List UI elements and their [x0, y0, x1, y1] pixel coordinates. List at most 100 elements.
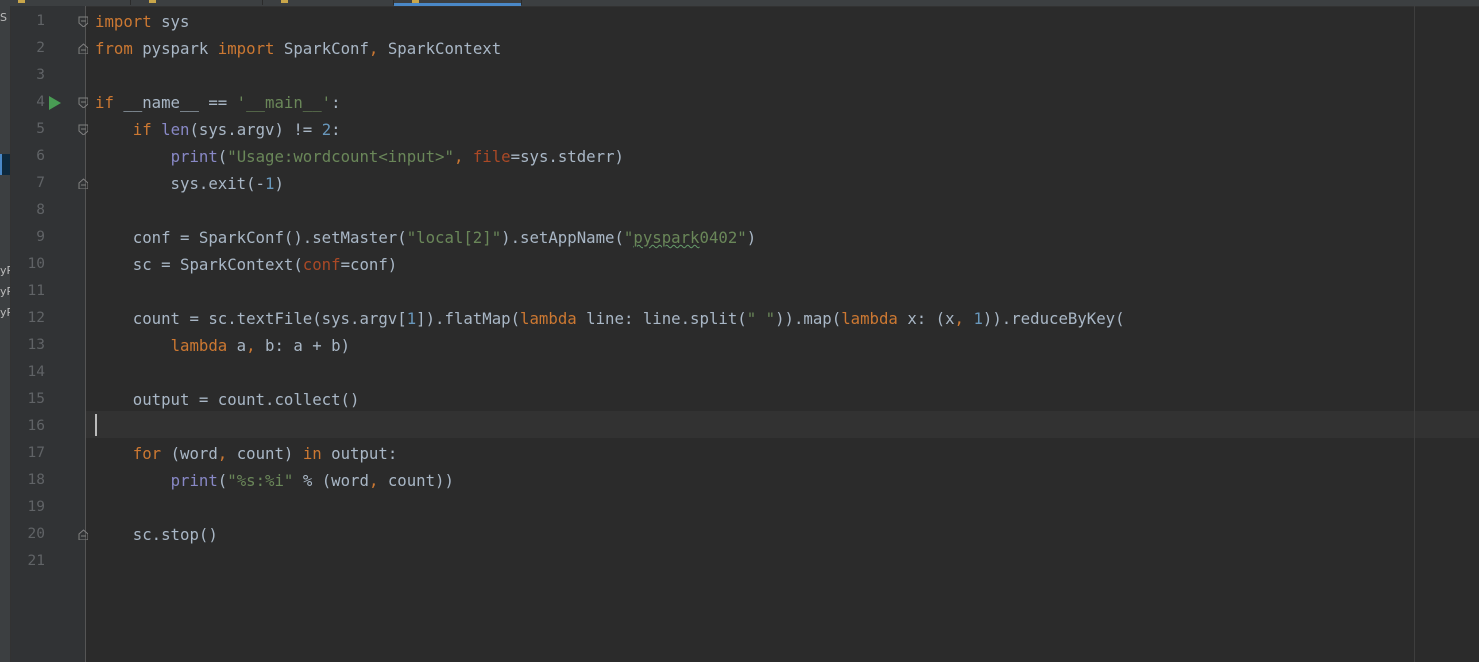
- keyword-token: in: [302, 444, 322, 463]
- active-tab-indicator: [394, 3, 521, 6]
- code-token: )).map(: [775, 309, 842, 328]
- keyword-token: if: [95, 93, 114, 112]
- parameter-token: conf: [302, 255, 341, 274]
- keyword-token: for: [132, 444, 162, 463]
- line-number: 16: [27, 418, 45, 434]
- line-number: 6: [36, 148, 45, 164]
- line-number: 11: [27, 283, 45, 299]
- string-token: "Usage:wordcount<input>": [227, 147, 454, 166]
- code-token: (: [217, 147, 228, 166]
- code-line[interactable]: output = count.collect(): [95, 386, 360, 413]
- code-line[interactable]: sc = SparkContext(conf=conf): [95, 251, 397, 278]
- code-line[interactable]: from pyspark import SparkConf, SparkCont…: [95, 35, 501, 62]
- keyword-token: ,: [453, 147, 464, 166]
- line-number: 19: [27, 499, 45, 515]
- line-number: 9: [36, 229, 45, 245]
- project-panel[interactable]: S yP yP yP: [0, 6, 11, 662]
- code-line[interactable]: conf = SparkConf().setMaster("local[2]")…: [95, 224, 756, 251]
- code-token: SparkContext: [378, 39, 502, 58]
- line-number: 14: [27, 364, 45, 380]
- string-token: ": [623, 228, 634, 247]
- code-token: % (word: [293, 471, 369, 490]
- python-file-icon: [18, 0, 25, 3]
- keyword-token: lambda: [841, 309, 898, 328]
- keyword-token: ,: [217, 444, 228, 463]
- code-line[interactable]: print("Usage:wordcount<input>", file=sys…: [95, 143, 624, 170]
- code-token: =sys.stderr): [510, 147, 624, 166]
- keyword-token: import: [217, 39, 275, 58]
- line-number: 3: [36, 67, 45, 83]
- code-token: =conf): [340, 255, 398, 274]
- editor-gutter[interactable]: 1 2 3 4 5 6 7 8 9 10 11 12 13 14 15 16 17 18 19 20 21: [11, 6, 88, 662]
- number-token: 1: [406, 309, 417, 328]
- code-token: (word: [161, 444, 218, 463]
- code-token: a: [227, 336, 247, 355]
- code-token: __name__ ==: [113, 93, 237, 112]
- code-line[interactable]: count = sc.textFile(sys.argv[1]).flatMap…: [95, 305, 1125, 332]
- code-token: )).reduceByKey(: [982, 309, 1125, 328]
- editor-tab[interactable]: [0, 0, 131, 5]
- line-number: 8: [36, 202, 45, 218]
- code-token: count): [227, 444, 303, 463]
- code-token: sys.exit(-: [95, 174, 266, 193]
- keyword-token: from: [95, 39, 133, 58]
- string-token: 0402": [699, 228, 747, 247]
- python-file-icon: [149, 0, 156, 3]
- code-token: SparkConf: [274, 39, 369, 58]
- code-line[interactable]: sc.stop(): [95, 521, 218, 548]
- code-token: count)): [378, 471, 454, 490]
- code-token: output:: [321, 444, 398, 463]
- line-number: 7: [36, 175, 45, 191]
- code-line[interactable]: for (word, count) in output:: [95, 440, 397, 467]
- run-icon[interactable]: [49, 96, 61, 110]
- text-caret: [95, 414, 97, 436]
- editor-tab[interactable]: [263, 0, 394, 5]
- line-number: 20: [27, 526, 45, 542]
- string-token: " ": [746, 309, 776, 328]
- code-token: (sys.argv) !=: [189, 120, 322, 139]
- keyword-token: ,: [368, 39, 379, 58]
- code-line[interactable]: print("%s:%i" % (word, count)): [95, 467, 454, 494]
- line-number: 17: [27, 445, 45, 461]
- keyword-token: lambda: [520, 309, 577, 328]
- line-number: 13: [27, 337, 45, 353]
- code-token: count = sc.textFile(sys.argv[: [95, 309, 407, 328]
- line-number: 2: [36, 40, 45, 56]
- project-tree-item-label[interactable]: S: [0, 12, 7, 24]
- code-line[interactable]: lambda a, b: a + b): [95, 332, 350, 359]
- project-tree-selection[interactable]: [0, 154, 10, 175]
- code-line[interactable]: sys.exit(-1): [95, 170, 284, 197]
- code-token: :: [331, 93, 341, 112]
- line-number: 12: [27, 310, 45, 326]
- editor-tab[interactable]: [131, 0, 263, 5]
- code-token: line: line.split(: [576, 309, 747, 328]
- line-number: 15: [27, 391, 45, 407]
- code-area[interactable]: import sys from pyspark import SparkConf,…: [86, 8, 1479, 662]
- code-token: ): [274, 174, 284, 193]
- builtin-token: len: [161, 120, 190, 139]
- project-tree-item-label[interactable]: yP: [0, 286, 10, 298]
- code-token: ).setAppName(: [501, 228, 624, 247]
- keyword-token: ,: [246, 336, 256, 355]
- code-token: :: [331, 120, 341, 139]
- project-tree-item-label[interactable]: yP: [0, 265, 10, 277]
- builtin-token: print: [170, 471, 218, 490]
- python-file-icon: [281, 0, 288, 3]
- code-line[interactable]: import sys: [95, 8, 189, 35]
- code-line[interactable]: if len(sys.argv) != 2:: [95, 116, 341, 143]
- keyword-token: if: [132, 120, 152, 139]
- code-token: sc.stop(): [95, 525, 218, 544]
- project-tree-item-label[interactable]: yP: [0, 307, 10, 319]
- code-line[interactable]: if __name__ == '__main__':: [95, 89, 341, 116]
- code-token: x: (x: [897, 309, 955, 328]
- code-token: ]).flatMap(: [416, 309, 521, 328]
- editor-tab-strip: [0, 0, 1479, 7]
- line-number: 1: [36, 13, 45, 29]
- code-token: conf = SparkConf().setMaster(: [95, 228, 407, 247]
- code-token: output = count.collect(): [95, 390, 360, 409]
- code-token: b: a + b): [255, 336, 351, 355]
- keyword-token: lambda: [170, 336, 228, 355]
